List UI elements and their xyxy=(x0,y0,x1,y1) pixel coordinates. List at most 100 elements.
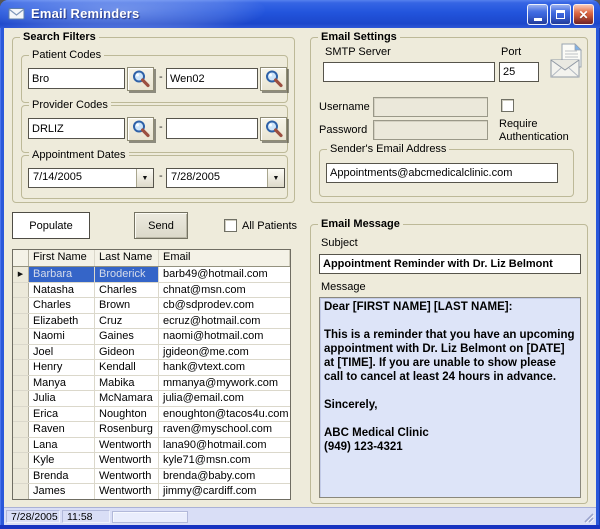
date-to-dropdown-button[interactable]: ▼ xyxy=(267,169,284,187)
email-column-header[interactable]: Email xyxy=(159,250,290,266)
email-cell[interactable]: julia@email.com xyxy=(159,391,290,406)
email-cell[interactable]: barb49@hotmail.com xyxy=(159,267,290,282)
last-name-cell[interactable]: Kendall xyxy=(95,360,159,375)
email-cell[interactable]: mmanya@mywork.com xyxy=(159,376,290,391)
row-selector[interactable] xyxy=(13,283,29,298)
patient-code-from-search-button[interactable] xyxy=(127,67,154,91)
last-name-cell[interactable]: Brown xyxy=(95,298,159,313)
first-name-cell[interactable]: Brenda xyxy=(29,469,95,484)
password-input[interactable] xyxy=(373,120,488,140)
smtp-server-input[interactable] xyxy=(323,62,495,82)
last-name-cell[interactable]: Wentworth xyxy=(95,438,159,453)
last-name-cell[interactable]: Charles xyxy=(95,283,159,298)
row-selector[interactable] xyxy=(13,314,29,329)
first-name-cell[interactable]: Naomi xyxy=(29,329,95,344)
patient-code-to-search-button[interactable] xyxy=(260,67,287,91)
first-name-cell[interactable]: Manya xyxy=(29,376,95,391)
provider-code-to-input[interactable] xyxy=(166,118,258,139)
email-cell[interactable]: chnat@msn.com xyxy=(159,283,290,298)
last-name-cell[interactable]: Gideon xyxy=(95,345,159,360)
last-name-cell[interactable]: McNamara xyxy=(95,391,159,406)
first-name-cell[interactable]: Joel xyxy=(29,345,95,360)
last-name-cell[interactable]: Rosenburg xyxy=(95,422,159,437)
row-selector[interactable] xyxy=(13,422,29,437)
last-name-cell[interactable]: Noughton xyxy=(95,407,159,422)
first-name-cell[interactable]: Henry xyxy=(29,360,95,375)
table-row[interactable]: BrendaWentworthbrenda@baby.com xyxy=(13,469,290,485)
last-name-cell[interactable]: Cruz xyxy=(95,314,159,329)
first-name-cell[interactable]: Erica xyxy=(29,407,95,422)
first-name-cell[interactable]: James xyxy=(29,484,95,499)
table-row[interactable]: NatashaCharleschnat@msn.com xyxy=(13,283,290,299)
row-selector[interactable] xyxy=(13,298,29,313)
last-name-cell[interactable]: Broderick xyxy=(95,267,159,282)
first-name-cell[interactable]: Natasha xyxy=(29,283,95,298)
last-name-cell[interactable]: Wentworth xyxy=(95,469,159,484)
email-cell[interactable]: brenda@baby.com xyxy=(159,469,290,484)
email-cell[interactable]: ecruz@hotmail.com xyxy=(159,314,290,329)
table-row[interactable]: ManyaMabikammanya@mywork.com xyxy=(13,376,290,392)
date-from-combobox[interactable]: 7/14/2005 ▼ xyxy=(28,168,154,188)
subject-input[interactable] xyxy=(319,254,581,274)
email-cell[interactable]: lana90@hotmail.com xyxy=(159,438,290,453)
provider-code-to-search-button[interactable] xyxy=(260,117,287,141)
all-patients-checkbox[interactable] xyxy=(224,219,237,232)
table-row[interactable]: CharlesBrowncb@sdprodev.com xyxy=(13,298,290,314)
table-row[interactable]: LanaWentworthlana90@hotmail.com xyxy=(13,438,290,454)
table-row[interactable]: EricaNoughtonenoughton@tacos4u.com xyxy=(13,407,290,423)
row-selector[interactable] xyxy=(13,329,29,344)
row-selector[interactable] xyxy=(13,407,29,422)
row-selector[interactable] xyxy=(13,469,29,484)
email-cell[interactable]: naomi@hotmail.com xyxy=(159,329,290,344)
first-name-cell[interactable]: Lana xyxy=(29,438,95,453)
first-name-cell[interactable]: Barbara xyxy=(29,267,95,282)
minimize-button[interactable] xyxy=(527,4,548,25)
last-name-cell[interactable]: Wentworth xyxy=(95,484,159,499)
first-name-cell[interactable]: Julia xyxy=(29,391,95,406)
row-selector[interactable] xyxy=(13,438,29,453)
last-name-cell[interactable]: Wentworth xyxy=(95,453,159,468)
row-selector[interactable] xyxy=(13,376,29,391)
row-selector[interactable] xyxy=(13,453,29,468)
table-row[interactable]: JamesWentworthjimmy@cardiff.com xyxy=(13,484,290,500)
email-cell[interactable]: jimmy@cardiff.com xyxy=(159,484,290,499)
last-name-cell[interactable]: Gaines xyxy=(95,329,159,344)
table-row[interactable]: JoelGideonjgideon@me.com xyxy=(13,345,290,361)
row-selector[interactable] xyxy=(13,391,29,406)
email-cell[interactable]: jgideon@me.com xyxy=(159,345,290,360)
first-name-column-header[interactable]: First Name xyxy=(29,250,95,266)
table-row[interactable]: RavenRosenburgraven@myschool.com xyxy=(13,422,290,438)
patient-code-from-input[interactable] xyxy=(28,68,125,89)
row-selector[interactable] xyxy=(13,484,29,499)
username-input[interactable] xyxy=(373,97,488,117)
table-row[interactable]: JuliaMcNamarajulia@email.com xyxy=(13,391,290,407)
provider-code-from-search-button[interactable] xyxy=(127,117,154,141)
date-from-dropdown-button[interactable]: ▼ xyxy=(136,169,153,187)
email-cell[interactable]: enoughton@tacos4u.com xyxy=(159,407,290,422)
table-row[interactable]: ▶BarbaraBroderickbarb49@hotmail.com xyxy=(13,267,290,283)
close-button[interactable]: ✕ xyxy=(573,4,594,25)
last-name-cell[interactable]: Mabika xyxy=(95,376,159,391)
email-cell[interactable]: raven@myschool.com xyxy=(159,422,290,437)
row-selector[interactable] xyxy=(13,345,29,360)
maximize-button[interactable] xyxy=(550,4,571,25)
port-input[interactable] xyxy=(499,62,539,82)
first-name-cell[interactable]: Charles xyxy=(29,298,95,313)
sender-email-input[interactable] xyxy=(326,163,558,183)
first-name-cell[interactable]: Raven xyxy=(29,422,95,437)
table-row[interactable]: ElizabethCruzecruz@hotmail.com xyxy=(13,314,290,330)
resize-grip[interactable] xyxy=(582,511,594,523)
table-row[interactable]: HenryKendallhank@vtext.com xyxy=(13,360,290,376)
last-name-column-header[interactable]: Last Name xyxy=(95,250,159,266)
populate-button[interactable]: Populate xyxy=(12,212,90,239)
send-button[interactable]: Send xyxy=(134,212,188,239)
email-cell[interactable]: cb@sdprodev.com xyxy=(159,298,290,313)
provider-code-from-input[interactable] xyxy=(28,118,125,139)
selected-row-arrow-icon[interactable]: ▶ xyxy=(13,267,29,282)
require-authentication-checkbox[interactable] xyxy=(501,99,514,112)
row-selector[interactable] xyxy=(13,360,29,375)
patient-code-to-input[interactable] xyxy=(166,68,258,89)
date-to-combobox[interactable]: 7/28/2005 ▼ xyxy=(166,168,285,188)
first-name-cell[interactable]: Kyle xyxy=(29,453,95,468)
email-cell[interactable]: hank@vtext.com xyxy=(159,360,290,375)
